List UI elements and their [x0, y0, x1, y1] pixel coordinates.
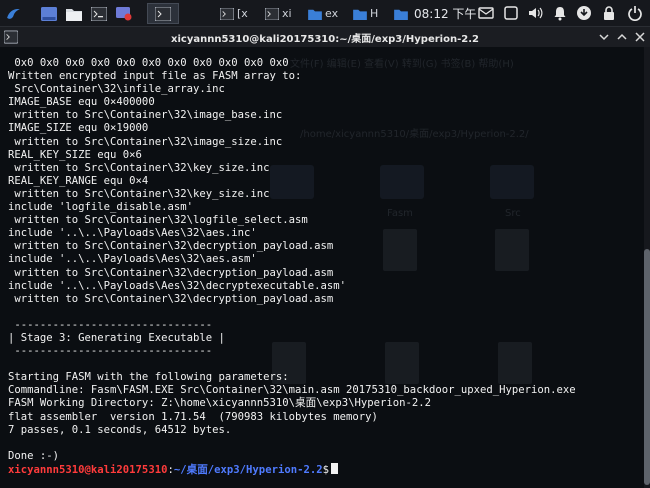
- kali-dragon-icon: [6, 8, 20, 19]
- workspace-switcher[interactable]: [147, 3, 179, 24]
- lock-icon[interactable]: [601, 5, 617, 21]
- folder-icon: [353, 9, 367, 20]
- terminal-line: | Stage 3: Generating Executable |: [8, 331, 225, 344]
- taskbar-item-label: xi: [282, 7, 292, 20]
- terminal-icon: [155, 6, 171, 21]
- top-panel: [x xi ex H 08:12 下午: [0, 0, 650, 27]
- terminal-launcher[interactable]: [88, 3, 110, 24]
- terminal-line: -------------------------------: [8, 345, 213, 358]
- taskbar-item-folder-1[interactable]: ex: [308, 4, 350, 23]
- terminal-output[interactable]: 0x0 0x0 0x0 0x0 0x0 0x0 0x0 0x0 0x0 0x0 …: [8, 57, 630, 476]
- scrollbar-thumb[interactable]: [644, 249, 650, 485]
- terminal-line: written to Src\Container\32\image_size.i…: [8, 135, 283, 148]
- volume-icon[interactable]: [527, 5, 543, 21]
- prompt-user: xicyannn5310@kali20175310: [8, 463, 168, 476]
- terminal-line: written to Src\Container\32\logfile_sele…: [8, 214, 308, 227]
- power-icon[interactable]: [627, 5, 643, 21]
- terminal-line: include '..\..\Payloads\Aes\32\aes.inc': [8, 227, 257, 240]
- show-desktop-button[interactable]: [38, 3, 60, 24]
- terminal-icon: [91, 6, 107, 21]
- terminal-window[interactable]: 文件(F) 编辑(E) 查看(V) 转到(G) 书签(B) 帮助(H) /hom…: [0, 27, 650, 488]
- terminal-line: 7 passes, 0.1 seconds, 64512 bytes.: [8, 423, 232, 436]
- window-titlebar[interactable]: xicyannn5310@kali20175310:~/桌面/exp3/Hype…: [0, 27, 650, 47]
- terminal-line: 0x0 0x0 0x0 0x0 0x0 0x0 0x0 0x0 0x0 0x0 …: [8, 57, 289, 69]
- terminal-icon: [220, 7, 234, 20]
- terminal-line: Starting FASM with the following paramet…: [8, 371, 289, 384]
- notification-bell-icon[interactable]: [552, 5, 568, 21]
- taskbar-item-label: H: [370, 7, 379, 20]
- kali-menu-button[interactable]: [3, 3, 23, 24]
- terminal-line: written to Src\Container\32\decryption_p…: [8, 266, 334, 279]
- terminal-line: Commandline: Fasm\FASM.EXE Src\Container…: [8, 384, 576, 397]
- minimize-icon[interactable]: [598, 31, 610, 43]
- prompt-path: ~/桌面/exp3/Hyperion-2.2: [173, 463, 323, 476]
- terminal-line: Done :-): [8, 449, 60, 462]
- text-cursor: [330, 462, 338, 474]
- terminal-line: REAL_KEY_RANGE equ 0×4: [8, 174, 149, 187]
- terminal-line: -------------------------------: [8, 318, 213, 331]
- clock[interactable]: 08:12 下午: [414, 5, 476, 22]
- terminal-icon: [265, 7, 279, 20]
- terminal-line: FASM Working Directory: Z:\home\xicyannn…: [8, 397, 431, 410]
- screen-recorder-icon: [116, 6, 132, 20]
- terminal-line: REAL_KEY_SIZE equ 0×6: [8, 148, 142, 161]
- screen-recorder-launcher[interactable]: [113, 3, 135, 24]
- taskbar-item-folder-3[interactable]: [394, 4, 410, 23]
- terminal-line: Written encrypted input file as FASM arr…: [8, 70, 302, 83]
- taskbar-item-folder-2[interactable]: H: [353, 4, 391, 23]
- taskbar-item-label: ex: [325, 7, 339, 20]
- close-icon[interactable]: [634, 31, 646, 43]
- terminal-line: IMAGE_BASE equ 0×400000: [8, 96, 155, 109]
- terminal-line: written to Src\Container\32\key_size.inc: [8, 161, 270, 174]
- taskbar-item-label: [x: [237, 7, 248, 20]
- maximize-icon[interactable]: [616, 31, 628, 43]
- shell-prompt[interactable]: xicyannn5310@kali20175310:~/桌面/exp3/Hype…: [8, 462, 630, 476]
- prompt-symbol: $: [322, 463, 329, 476]
- terminal-line: Src\Container\32\infile_array.inc: [8, 83, 225, 96]
- update-icon[interactable]: [576, 5, 592, 21]
- terminal-line: written to Src\Container\32\key_size.inc: [8, 187, 270, 200]
- mail-icon[interactable]: [478, 5, 494, 21]
- terminal-line: written to Src\Container\32\decryption_p…: [8, 240, 334, 253]
- folder-icon: [394, 9, 408, 20]
- taskbar-item-terminal-1[interactable]: [x: [220, 4, 262, 23]
- taskbar-item-terminal-2[interactable]: xi: [265, 4, 305, 23]
- folder-icon: [66, 8, 82, 21]
- display-icon[interactable]: [503, 5, 519, 21]
- terminal-line: include '..\..\Payloads\Aes\32\aes.asm': [8, 253, 257, 266]
- terminal-line: IMAGE_SIZE equ 0×19000: [8, 122, 149, 135]
- file-manager-launcher[interactable]: [63, 3, 85, 24]
- terminal-line: include '..\..\Payloads\Aes\32\decryptex…: [8, 279, 347, 292]
- terminal-line: written to Src\Container\32\image_base.i…: [8, 109, 283, 122]
- terminal-line: written to Src\Container\32\decryption_p…: [8, 292, 334, 305]
- desktop-icon: [41, 6, 57, 21]
- terminal-line: include 'logfile_disable.asm': [8, 201, 193, 214]
- terminal-line: flat assembler version 1.71.54 (790983 k…: [8, 410, 378, 423]
- folder-icon: [308, 9, 322, 20]
- window-title: xicyannn5310@kali20175310:~/桌面/exp3/Hype…: [171, 34, 479, 45]
